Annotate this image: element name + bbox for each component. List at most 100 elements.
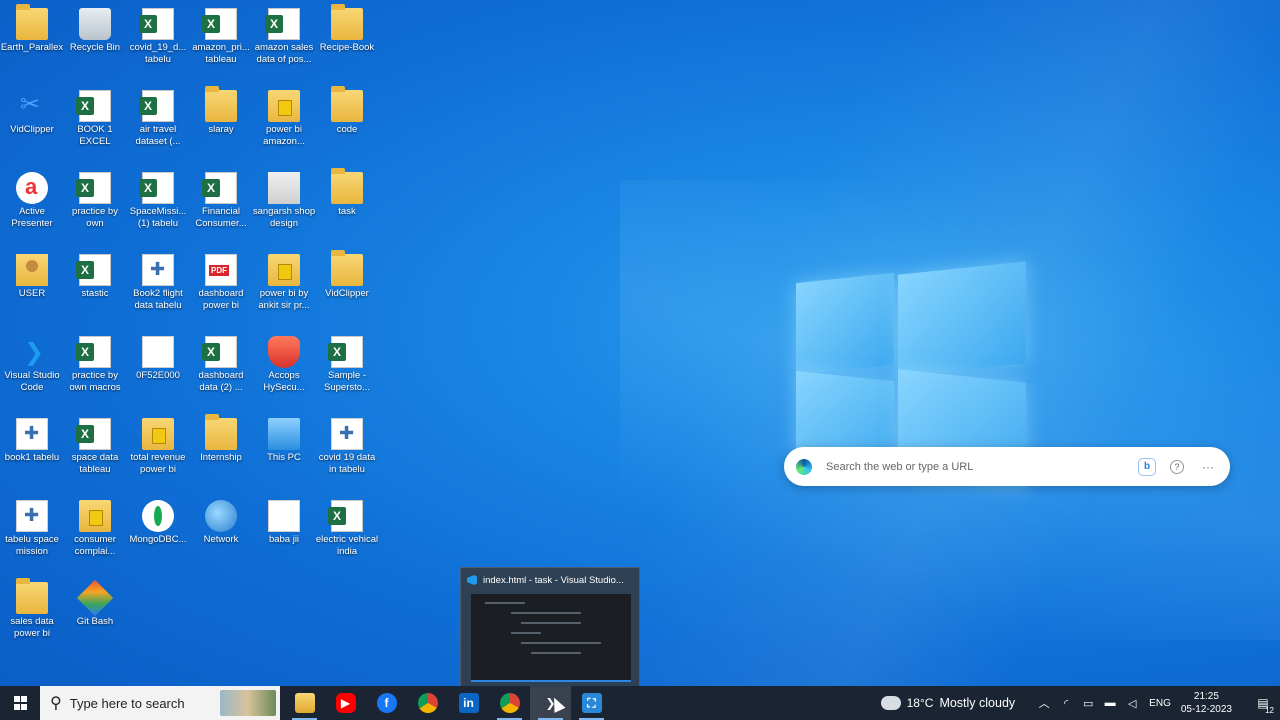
desktop-icon[interactable]: sangarsh shop design xyxy=(252,166,316,246)
excel-icon xyxy=(139,90,174,122)
desktop-icon[interactable]: stastic xyxy=(63,248,127,328)
meet-now-icon[interactable]: ▭ xyxy=(1078,697,1098,710)
language-indicator[interactable]: ENG xyxy=(1149,698,1171,709)
taskbar-search[interactable]: ⚲ Type here to search xyxy=(40,686,280,720)
desktop-icon[interactable]: book1 tabelu xyxy=(0,412,64,492)
vscode-window-preview[interactable]: index.html - task - Visual Studio... xyxy=(460,567,640,687)
youtube-icon: ▶ xyxy=(335,693,356,713)
desktop-icon[interactable]: baba jii xyxy=(252,494,316,574)
desktop-icon[interactable]: code xyxy=(315,84,379,164)
desktop-icon[interactable]: covid_19_d... tabelu xyxy=(126,2,190,82)
desktop-icon[interactable]: power bi amazon... xyxy=(252,84,316,164)
folder-icon xyxy=(294,693,315,713)
desktop-icon[interactable]: consumer complai... xyxy=(63,494,127,574)
desktop-icon-label: Financial Consumer... xyxy=(195,206,247,229)
help-icon[interactable]: ? xyxy=(1170,459,1184,474)
desktop-icon-label: tabelu space mission xyxy=(5,534,59,557)
excel-icon xyxy=(202,8,237,40)
desktop-icon[interactable]: slaray xyxy=(189,84,253,164)
desktop-icon[interactable]: Book2 flight data tabelu xyxy=(126,248,190,328)
battery-icon[interactable]: ▬ xyxy=(1100,697,1120,709)
desktop-icon-label: total revenue power bi xyxy=(130,452,186,475)
taskbar-app-chrome-2[interactable] xyxy=(489,686,530,720)
desktop-icon[interactable]: Sample - Supersto... xyxy=(315,330,379,410)
desktop-icon[interactable]: Visual Studio Code xyxy=(0,330,64,410)
desktop-icon[interactable]: total revenue power bi xyxy=(126,412,190,492)
facebook-icon: f xyxy=(376,693,397,713)
desktop-icon[interactable]: sales data power bi xyxy=(0,576,64,656)
desktop-icon[interactable]: dashboard power bi xyxy=(189,248,253,328)
linkedin-icon: in xyxy=(458,693,479,713)
folder-icon xyxy=(205,414,237,450)
desktop-icon-label: amazon_pri... tableau xyxy=(192,42,250,65)
notification-center-button[interactable]: ▤ 12 xyxy=(1246,686,1280,720)
desktop-icon[interactable]: task xyxy=(315,166,379,246)
taskbar-app-file-explorer[interactable] xyxy=(284,686,325,720)
web-search-input[interactable]: Search the web or type a URL xyxy=(826,461,1124,473)
desktop-icon[interactable]: SpaceMissi... (1) tabelu xyxy=(126,166,190,246)
desktop-icon[interactable]: covid 19 data in tabelu xyxy=(315,412,379,492)
desktop-icon[interactable]: amazon sales data of pos... xyxy=(252,2,316,82)
desktop-icon-label: Git Bash xyxy=(76,616,114,627)
preview-image xyxy=(471,594,631,682)
desktop-icon[interactable]: 0F52E000 xyxy=(126,330,190,410)
chrome-icon xyxy=(499,693,520,713)
taskbar-app-azure[interactable]: ⛶ xyxy=(571,686,612,720)
desktop-icon-label: Network xyxy=(203,534,239,545)
excel-icon xyxy=(328,336,363,368)
desktop-icon[interactable]: Internship xyxy=(189,412,253,492)
desktop-icon[interactable]: Recipe-Book xyxy=(315,2,379,82)
desktop-icon[interactable]: VidClipper xyxy=(315,248,379,328)
desktop-icon[interactable]: Financial Consumer... xyxy=(189,166,253,246)
desktop-icon-label: book1 tabelu xyxy=(4,452,60,463)
shield-icon xyxy=(268,336,300,368)
tableau-icon xyxy=(142,254,174,286)
excel-icon xyxy=(76,336,111,368)
chevron-up-icon[interactable]: ︿ xyxy=(1034,695,1054,711)
desktop-icon-label: dashboard power bi xyxy=(198,288,244,311)
excel-icon xyxy=(76,254,111,286)
speaker-icon[interactable]: ◁ xyxy=(1122,697,1142,710)
taskbar-app-linkedin[interactable]: in xyxy=(448,686,489,720)
web-search-widget[interactable]: Search the web or type a URL b ? ··· xyxy=(784,447,1230,486)
desktop-icon[interactable]: MongoDBC... xyxy=(126,494,190,574)
start-button[interactable] xyxy=(0,686,40,720)
tableau-icon xyxy=(16,418,48,450)
taskbar-search-input[interactable]: Type here to search xyxy=(70,696,185,711)
weather-condition: Mostly cloudy xyxy=(939,696,1016,710)
clock[interactable]: 21:25 05-12-2023 xyxy=(1181,690,1232,716)
weather-widget[interactable]: 18°C Mostly cloudy xyxy=(878,692,1016,710)
desktop-icon[interactable]: Earth_Parallex xyxy=(0,2,64,82)
desktop-icon[interactable]: This PC xyxy=(252,412,316,492)
desktop-icon[interactable]: BOOK 1 EXCEL xyxy=(63,84,127,164)
desktop-icon[interactable]: USER xyxy=(0,248,64,328)
taskbar-app-chrome[interactable] xyxy=(407,686,448,720)
wifi-icon[interactable]: ◜ xyxy=(1056,697,1076,710)
folder-icon xyxy=(331,86,363,122)
desktop-icon[interactable]: practice by own macros xyxy=(63,330,127,410)
bing-chat-icon[interactable]: b xyxy=(1138,457,1156,476)
desktop-icon[interactable]: Recycle Bin xyxy=(63,2,127,82)
desktop-icon[interactable]: tabelu space mission xyxy=(0,494,64,574)
desktop-icon[interactable]: Active Presenter xyxy=(0,166,64,246)
folder-icon xyxy=(16,578,48,614)
file-icon xyxy=(142,336,174,368)
desktop-icon[interactable]: Accops HySecu... xyxy=(252,330,316,410)
desktop-icon[interactable]: air travel dataset (... xyxy=(126,84,190,164)
desktop-icon[interactable]: power bi by ankit sir pr... xyxy=(252,248,316,328)
desktop-icon[interactable]: electric vehical india xyxy=(315,494,379,574)
desktop-icon[interactable]: amazon_pri... tableau xyxy=(189,2,253,82)
taskbar-app-youtube[interactable]: ▶ xyxy=(325,686,366,720)
taskbar-app-facebook[interactable]: f xyxy=(366,686,407,720)
desktop-icon-label: USER xyxy=(18,288,46,299)
excel-icon xyxy=(328,500,363,532)
desktop-icon[interactable]: Git Bash xyxy=(63,576,127,656)
desktop-icon[interactable]: practice by own xyxy=(63,166,127,246)
desktop-icon[interactable]: VidClipper xyxy=(0,84,64,164)
desktop-icon[interactable]: dashboard data (2) ... xyxy=(189,330,253,410)
desktop-icon-label: slaray xyxy=(208,124,234,135)
desktop-icon[interactable]: Network xyxy=(189,494,253,574)
desktop-icon-label: sales data power bi xyxy=(10,616,54,639)
desktop-icon[interactable]: space data tableau xyxy=(63,412,127,492)
more-options-icon[interactable]: ··· xyxy=(1198,457,1218,477)
